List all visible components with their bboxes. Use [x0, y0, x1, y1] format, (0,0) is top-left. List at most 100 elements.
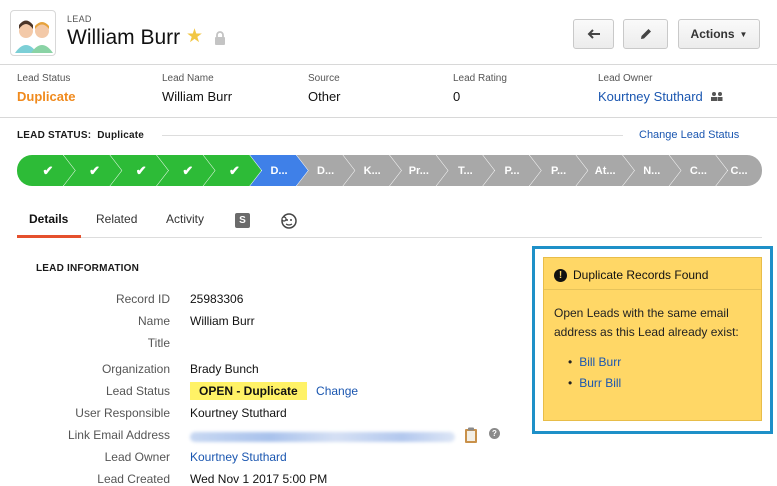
- back-button[interactable]: [573, 19, 614, 49]
- help-icon[interactable]: ?: [489, 428, 500, 439]
- duplicate-records-alert: ! Duplicate Records Found Open Leads wit…: [543, 257, 762, 421]
- status-step-label: Pr...: [408, 164, 429, 177]
- change-status-link[interactable]: Change: [316, 384, 358, 398]
- field-label: Lead Status: [105, 384, 170, 398]
- field-value: Wed Nov 1 2017 5:00 PM: [190, 472, 328, 486]
- duplicate-alert-header: ! Duplicate Records Found: [554, 268, 708, 282]
- highlight-lead-name: Lead Name William Burr: [162, 73, 232, 104]
- alert-divider: [544, 289, 761, 290]
- lead-information-heading: LEAD INFORMATION: [36, 263, 140, 274]
- edit-button[interactable]: [623, 19, 668, 49]
- highlight-label: Lead Rating: [453, 73, 507, 84]
- field-label: Lead Owner: [104, 450, 170, 464]
- highlight-owner-value[interactable]: Kourtney Stuthard: [598, 89, 724, 104]
- field-link-email: Link Email Address ?: [0, 426, 520, 448]
- lock-icon: [215, 31, 225, 45]
- field-title: Title: [0, 336, 520, 356]
- duplicate-record-link[interactable]: Burr Bill: [568, 373, 621, 394]
- record-title: William Burr: [67, 26, 181, 49]
- field-value: OPEN - Duplicate Change: [190, 382, 358, 400]
- mailchimp-monkey-icon[interactable]: [279, 211, 299, 231]
- pencil-icon: [640, 29, 651, 39]
- status-rule: [162, 135, 623, 136]
- highlights-divider: [0, 117, 777, 118]
- field-lead-owner: Lead Owner Kourtney Stuthard: [0, 450, 520, 470]
- highlight-label: Lead Name: [162, 73, 214, 84]
- field-label: Organization: [101, 362, 170, 376]
- highlight-label: Lead Owner: [598, 73, 653, 84]
- status-step-label: P...: [504, 164, 520, 177]
- tab-s-icon[interactable]: S: [235, 213, 250, 228]
- status-title-label: LEAD STATUS:: [17, 130, 92, 141]
- highlight-lead-rating: Lead Rating 0: [453, 73, 507, 104]
- duplicate-records-list: Bill Burr Burr Bill: [568, 352, 621, 394]
- checkmark-icon: ✔: [42, 162, 54, 178]
- exclamation-icon: !: [554, 268, 567, 282]
- actions-label: Actions: [690, 27, 735, 41]
- tab-details[interactable]: Details: [29, 212, 68, 226]
- status-step-label: D...: [317, 164, 335, 177]
- status-step-label: C...: [730, 164, 748, 177]
- duplicate-alert-title: Duplicate Records Found: [573, 268, 709, 282]
- highlight-value: Other: [308, 89, 341, 104]
- favorite-star-icon[interactable]: ★: [186, 27, 203, 46]
- checkmark-icon: ✔: [89, 162, 101, 178]
- field-value: 25983306: [190, 292, 244, 306]
- owner-link[interactable]: Kourtney Stuthard: [598, 89, 703, 104]
- status-step-label: At...: [594, 164, 616, 177]
- field-value: Kourtney Stuthard: [190, 406, 287, 420]
- checkmark-icon: ✔: [182, 162, 194, 178]
- status-step-label: K...: [363, 164, 381, 177]
- status-step-complete[interactable]: ✔: [17, 155, 75, 186]
- user-hierarchy-icon: [711, 92, 723, 101]
- change-lead-status-link[interactable]: Change Lead Status: [639, 129, 739, 141]
- duplicate-record-link[interactable]: Bill Burr: [568, 352, 621, 373]
- caret-down-icon: ▼: [739, 29, 748, 39]
- status-path: ✔ ✔ ✔ ✔ ✔ D... D... K... Pr... T... P... P... At... N…: [17, 155, 762, 186]
- reply-arrow-icon: [587, 29, 600, 39]
- lead-owner-link[interactable]: Kourtney Stuthard: [190, 450, 287, 464]
- field-label: Title: [147, 336, 170, 350]
- field-value: William Burr: [190, 314, 255, 328]
- field-value[interactable]: [190, 428, 455, 445]
- field-name: Name William Burr: [0, 314, 520, 334]
- field-lead-status: Lead Status OPEN - Duplicate Change: [0, 382, 520, 404]
- highlight-source: Source Other: [308, 73, 341, 104]
- highlight-value: 0: [453, 89, 461, 104]
- status-step-label: C...: [689, 164, 707, 177]
- highlight-value: Duplicate: [17, 89, 76, 104]
- tab-activity[interactable]: Activity: [166, 212, 204, 226]
- field-user-responsible: User Responsible Kourtney Stuthard: [0, 406, 520, 426]
- record-tabs: Details Related Activity S: [17, 205, 762, 238]
- tab-related[interactable]: Related: [96, 212, 137, 226]
- lead-avatar-icon: [10, 10, 56, 56]
- clipboard-icon[interactable]: [462, 426, 480, 444]
- lead-status-heading: LEAD STATUS: Duplicate: [17, 130, 144, 141]
- field-label: User Responsible: [75, 406, 170, 420]
- highlight-lead-status: Lead Status Duplicate: [17, 73, 76, 104]
- field-label: Name: [137, 314, 170, 328]
- duplicate-alert-message: Open Leads with the same email address a…: [554, 306, 739, 339]
- checkmark-icon: ✔: [228, 162, 240, 178]
- status-current-value: Duplicate: [97, 130, 145, 141]
- field-label: Link Email Address: [67, 428, 170, 442]
- actions-dropdown-button[interactable]: Actions ▼: [678, 19, 760, 49]
- field-organization: Organization Brady Bunch: [0, 362, 520, 382]
- object-type-label: LEAD: [67, 14, 92, 24]
- blurred-email-address[interactable]: [190, 432, 455, 442]
- record-header: LEAD William Burr ★ Actions ▼: [0, 0, 777, 64]
- status-step-label: T...: [458, 164, 473, 177]
- active-tab-indicator: [17, 235, 81, 238]
- field-label: Lead Created: [97, 472, 170, 486]
- checkmark-icon: ✔: [135, 162, 147, 178]
- status-step-label: P...: [551, 164, 567, 177]
- field-lead-created: Lead Created Wed Nov 1 2017 5:00 PM: [0, 472, 520, 486]
- header-divider: [0, 64, 777, 65]
- highlight-label: Source: [308, 73, 340, 84]
- field-label: Record ID: [115, 292, 170, 306]
- highlight-value: William Burr: [162, 89, 233, 104]
- status-step-label: N...: [643, 164, 661, 177]
- status-step-label: D...: [270, 164, 288, 177]
- field-record-id: Record ID 25983306: [0, 292, 520, 312]
- highlight-lead-owner: Lead Owner Kourtney Stuthard: [598, 73, 724, 104]
